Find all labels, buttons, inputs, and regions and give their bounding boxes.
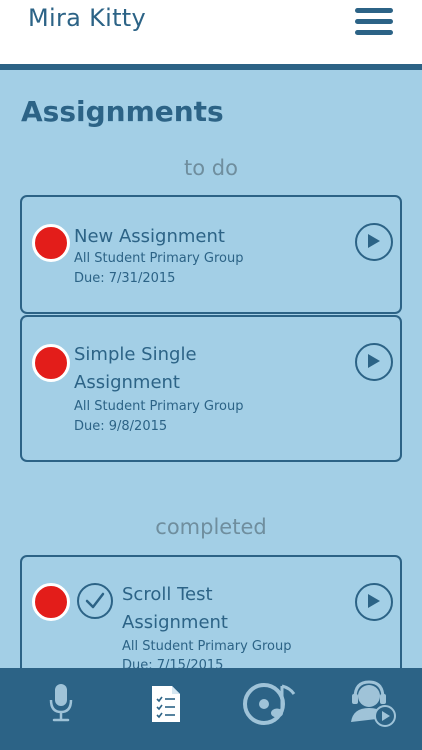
play-icon[interactable] xyxy=(355,583,393,621)
assignment-title-line1: Scroll Test xyxy=(122,584,213,605)
assignment-title-line2: Assignment xyxy=(74,372,180,393)
headset-support-play-icon xyxy=(351,680,396,727)
checkmark-icon xyxy=(77,583,113,619)
music-disc-icon xyxy=(243,683,296,725)
microphone-icon xyxy=(49,684,73,722)
tab-assignments[interactable] xyxy=(113,668,218,750)
assignments-list[interactable]: Assignments to do New Assignment All Stu… xyxy=(0,70,422,668)
assignment-due-date: Due: 7/31/2015 xyxy=(74,271,176,286)
assignment-due-date: Due: 7/15/2015 xyxy=(122,658,224,668)
bottom-tab-bar xyxy=(0,668,422,750)
section-label-todo: to do xyxy=(184,156,238,180)
section-label-completed: completed xyxy=(155,515,267,539)
play-icon[interactable] xyxy=(355,343,393,381)
tab-music[interactable] xyxy=(218,668,323,750)
status-dot-icon xyxy=(32,583,70,621)
assignment-card[interactable]: New Assignment All Student Primary Group… xyxy=(20,195,402,314)
assignment-title-line1: Simple Single xyxy=(74,344,197,365)
app-header: Mira Kitty xyxy=(0,0,422,64)
tab-support[interactable] xyxy=(317,668,422,750)
hamburger-menu-icon[interactable] xyxy=(355,8,393,38)
assignment-card[interactable]: Scroll Test Assignment All Student Prima… xyxy=(20,555,402,668)
status-dot-icon xyxy=(32,344,70,382)
user-name: Mira Kitty xyxy=(28,4,147,32)
play-icon[interactable] xyxy=(355,223,393,261)
assignment-due-date: Due: 9/8/2015 xyxy=(74,419,168,434)
assignment-card[interactable]: Simple Single Assignment All Student Pri… xyxy=(20,315,402,462)
assignment-group: All Student Primary Group xyxy=(74,399,244,414)
assignment-group: All Student Primary Group xyxy=(74,251,244,266)
status-dot-icon xyxy=(32,224,70,262)
assignment-title: New Assignment xyxy=(74,226,225,247)
page-title: Assignments xyxy=(21,95,224,128)
assignment-group: All Student Primary Group xyxy=(122,639,292,654)
tab-record[interactable] xyxy=(8,668,113,750)
checklist-document-icon xyxy=(152,686,180,722)
assignment-title-line2: Assignment xyxy=(122,612,228,633)
